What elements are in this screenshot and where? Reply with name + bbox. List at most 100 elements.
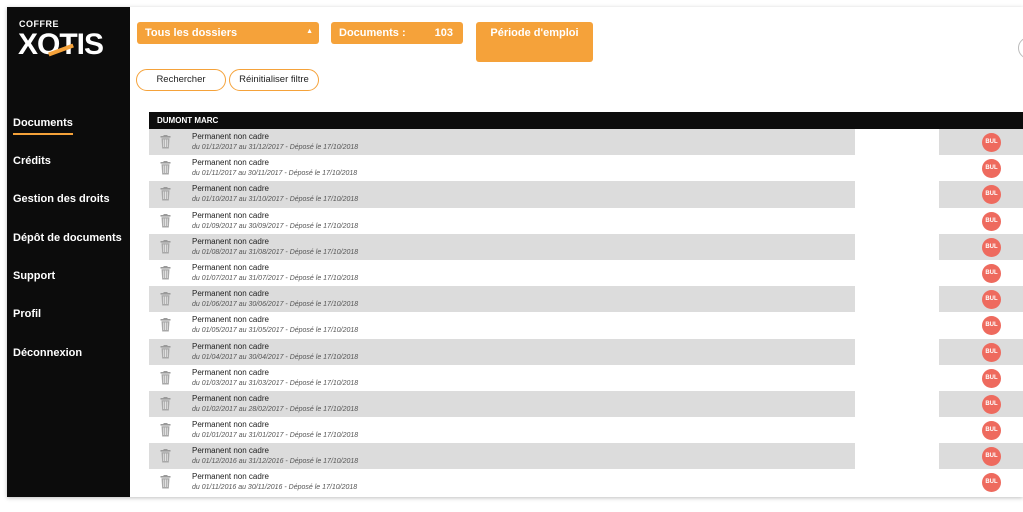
document-subtitle: du 01/09/2017 au 30/09/2017 - Déposé le … [192,222,359,230]
empty-cell [855,469,939,496]
trash-icon[interactable] [160,344,171,359]
trash-icon[interactable] [160,292,171,306]
logo: COFFRE XOTIS [18,18,124,64]
document-title: Permanent non cadre [192,367,269,377]
document-title: Permanent non cadre [192,420,269,430]
bul-badge[interactable]: BUL [982,421,1001,441]
table-row[interactable]: Permanent non cadre du 01/11/2017 au 30/… [149,155,1023,182]
document-subtitle: du 01/04/2017 au 30/04/2017 - Déposé le … [192,353,359,361]
document-title: Permanent non cadre [192,341,269,351]
document-subtitle: du 01/10/2017 au 31/10/2017 - Déposé le … [192,196,359,204]
trash-icon[interactable] [160,265,171,280]
app-window: COFFRE XOTIS Documents Crédits Gestion d… [7,7,1023,497]
document-subtitle: du 01/12/2016 au 31/12/2016 - Déposé le … [192,458,359,466]
table-row[interactable]: Permanent non cadre du 01/07/2017 au 31/… [149,259,1023,287]
table-row[interactable]: Permanent non cadre du 01/08/2017 au 31/… [149,233,1023,260]
sidebar-item-deconnexion[interactable]: Déconnexion [13,347,82,359]
document-subtitle: du 01/11/2017 au 30/11/2017 - Déposé le … [192,170,358,178]
trash-icon[interactable] [160,213,171,228]
period-button[interactable]: Période d'emploi [476,22,593,62]
bul-badge[interactable]: BUL [982,394,1001,414]
bul-badge[interactable]: BUL [982,133,1001,152]
document-subtitle: du 01/08/2017 au 31/08/2017 - Déposé le … [192,248,359,256]
folder-select-value: Tous les dossiers [145,27,238,39]
document-title: Permanent non cadre [192,472,269,482]
document-subtitle: du 01/12/2017 au 31/12/2017 - Déposé le … [192,144,359,151]
document-title: Permanent non cadre [192,184,269,194]
logo-big-text: XOTIS [18,28,104,61]
document-subtitle: du 01/01/2017 au 31/01/2017 - Déposé le … [192,432,359,440]
bul-badge[interactable]: BUL [982,159,1001,179]
table-row[interactable]: Permanent non cadre du 01/11/2016 au 30/… [149,469,1023,496]
sidebar-item-gestion-droits[interactable]: Gestion des droits [13,193,110,205]
document-subtitle: du 01/03/2017 au 31/03/2017 - Déposé le … [192,379,359,387]
table-row[interactable]: Permanent non cadre du 01/12/2017 au 31/… [149,129,1023,156]
document-title: Permanent non cadre [192,393,269,403]
document-subtitle: du 01/06/2017 au 30/06/2017 - Déposé le … [192,301,359,309]
trash-icon[interactable] [160,135,171,149]
trash-icon[interactable] [160,449,171,463]
document-title: Permanent non cadre [192,315,269,325]
sidebar-item-credits[interactable]: Crédits [13,155,51,167]
bul-badge[interactable]: BUL [982,237,1001,257]
bul-badge[interactable]: BUL [982,263,1001,283]
trash-icon[interactable] [160,161,171,175]
table-row[interactable]: Permanent non cadre du 01/05/2017 au 31/… [149,312,1023,339]
table-row[interactable]: Permanent non cadre du 01/12/2016 au 31/… [149,443,1023,470]
document-subtitle: du 01/02/2017 au 28/02/2017 - Déposé le … [192,405,359,413]
sidebar: COFFRE XOTIS Documents Crédits Gestion d… [7,7,130,497]
empty-cell [855,417,939,444]
bul-badge[interactable]: BUL [982,290,1001,310]
document-title: Permanent non cadre [192,289,269,299]
document-subtitle: du 01/05/2017 au 31/05/2017 - Déposé le … [192,327,359,335]
bul-badge[interactable]: BUL [982,185,1001,205]
trash-icon[interactable] [160,318,171,332]
documents-count-label: Documents : [339,27,406,39]
search-button[interactable]: Rechercher [136,69,226,91]
trash-icon[interactable] [160,239,171,254]
document-title: Permanent non cadre [192,158,269,168]
document-title: Permanent non cadre [192,210,269,220]
bul-badge[interactable]: BUL [982,211,1001,231]
trash-icon[interactable] [160,187,171,201]
sidebar-item-profil[interactable]: Profil [13,308,41,320]
empty-cell [855,390,939,418]
document-title: Permanent non cadre [192,262,269,272]
empty-cell [855,312,939,339]
table-row[interactable]: Permanent non cadre du 01/03/2017 au 31/… [149,364,1023,391]
table-row[interactable]: Permanent non cadre du 01/01/2017 au 31/… [149,417,1023,444]
bul-badge[interactable]: BUL [982,316,1001,336]
empty-cell [855,181,939,208]
table-row[interactable]: Permanent non cadre du 01/10/2017 au 31/… [149,181,1023,208]
table-row[interactable]: Permanent non cadre du 01/02/2017 au 28/… [149,390,1023,418]
document-title: Permanent non cadre [192,132,269,141]
bul-badge[interactable]: BUL [982,342,1001,362]
empty-cell [855,443,939,470]
empty-cell [855,286,939,313]
trash-icon[interactable] [160,423,171,437]
document-title: Permanent non cadre [192,236,269,246]
empty-cell [855,259,939,287]
sidebar-item-depot-documents[interactable]: Dépôt de documents [13,232,122,244]
sidebar-item-documents[interactable]: Documents [13,117,73,135]
table-row[interactable]: Permanent non cadre du 01/06/2017 au 30/… [149,286,1023,313]
table-row[interactable]: Permanent non cadre du 01/09/2017 au 30/… [149,207,1023,234]
trash-icon[interactable] [160,396,171,411]
sidebar-item-support[interactable]: Support [13,270,55,282]
trash-icon[interactable] [160,370,171,385]
empty-cell [855,338,939,365]
trash-icon[interactable] [160,475,171,489]
bul-badge[interactable]: BUL [982,368,1001,388]
bul-badge[interactable]: BUL [982,473,1001,493]
table-group-header: DUMONT MARC [149,112,1023,129]
empty-cell [855,233,939,260]
bul-badge[interactable]: BUL [982,447,1001,467]
table-row[interactable]: Permanent non cadre du 01/04/2017 au 30/… [149,338,1023,365]
document-subtitle: du 01/07/2017 au 31/07/2017 - Déposé le … [192,274,359,282]
document-title: Permanent non cadre [192,446,269,456]
reset-filter-button[interactable]: Réinitialiser filtre [229,69,319,91]
edge-circle-icon [1018,37,1023,59]
folder-select[interactable]: Tous les dossiers ▲ [137,22,319,44]
empty-cell [855,129,939,156]
caret-up-icon: ▲ [306,28,313,35]
